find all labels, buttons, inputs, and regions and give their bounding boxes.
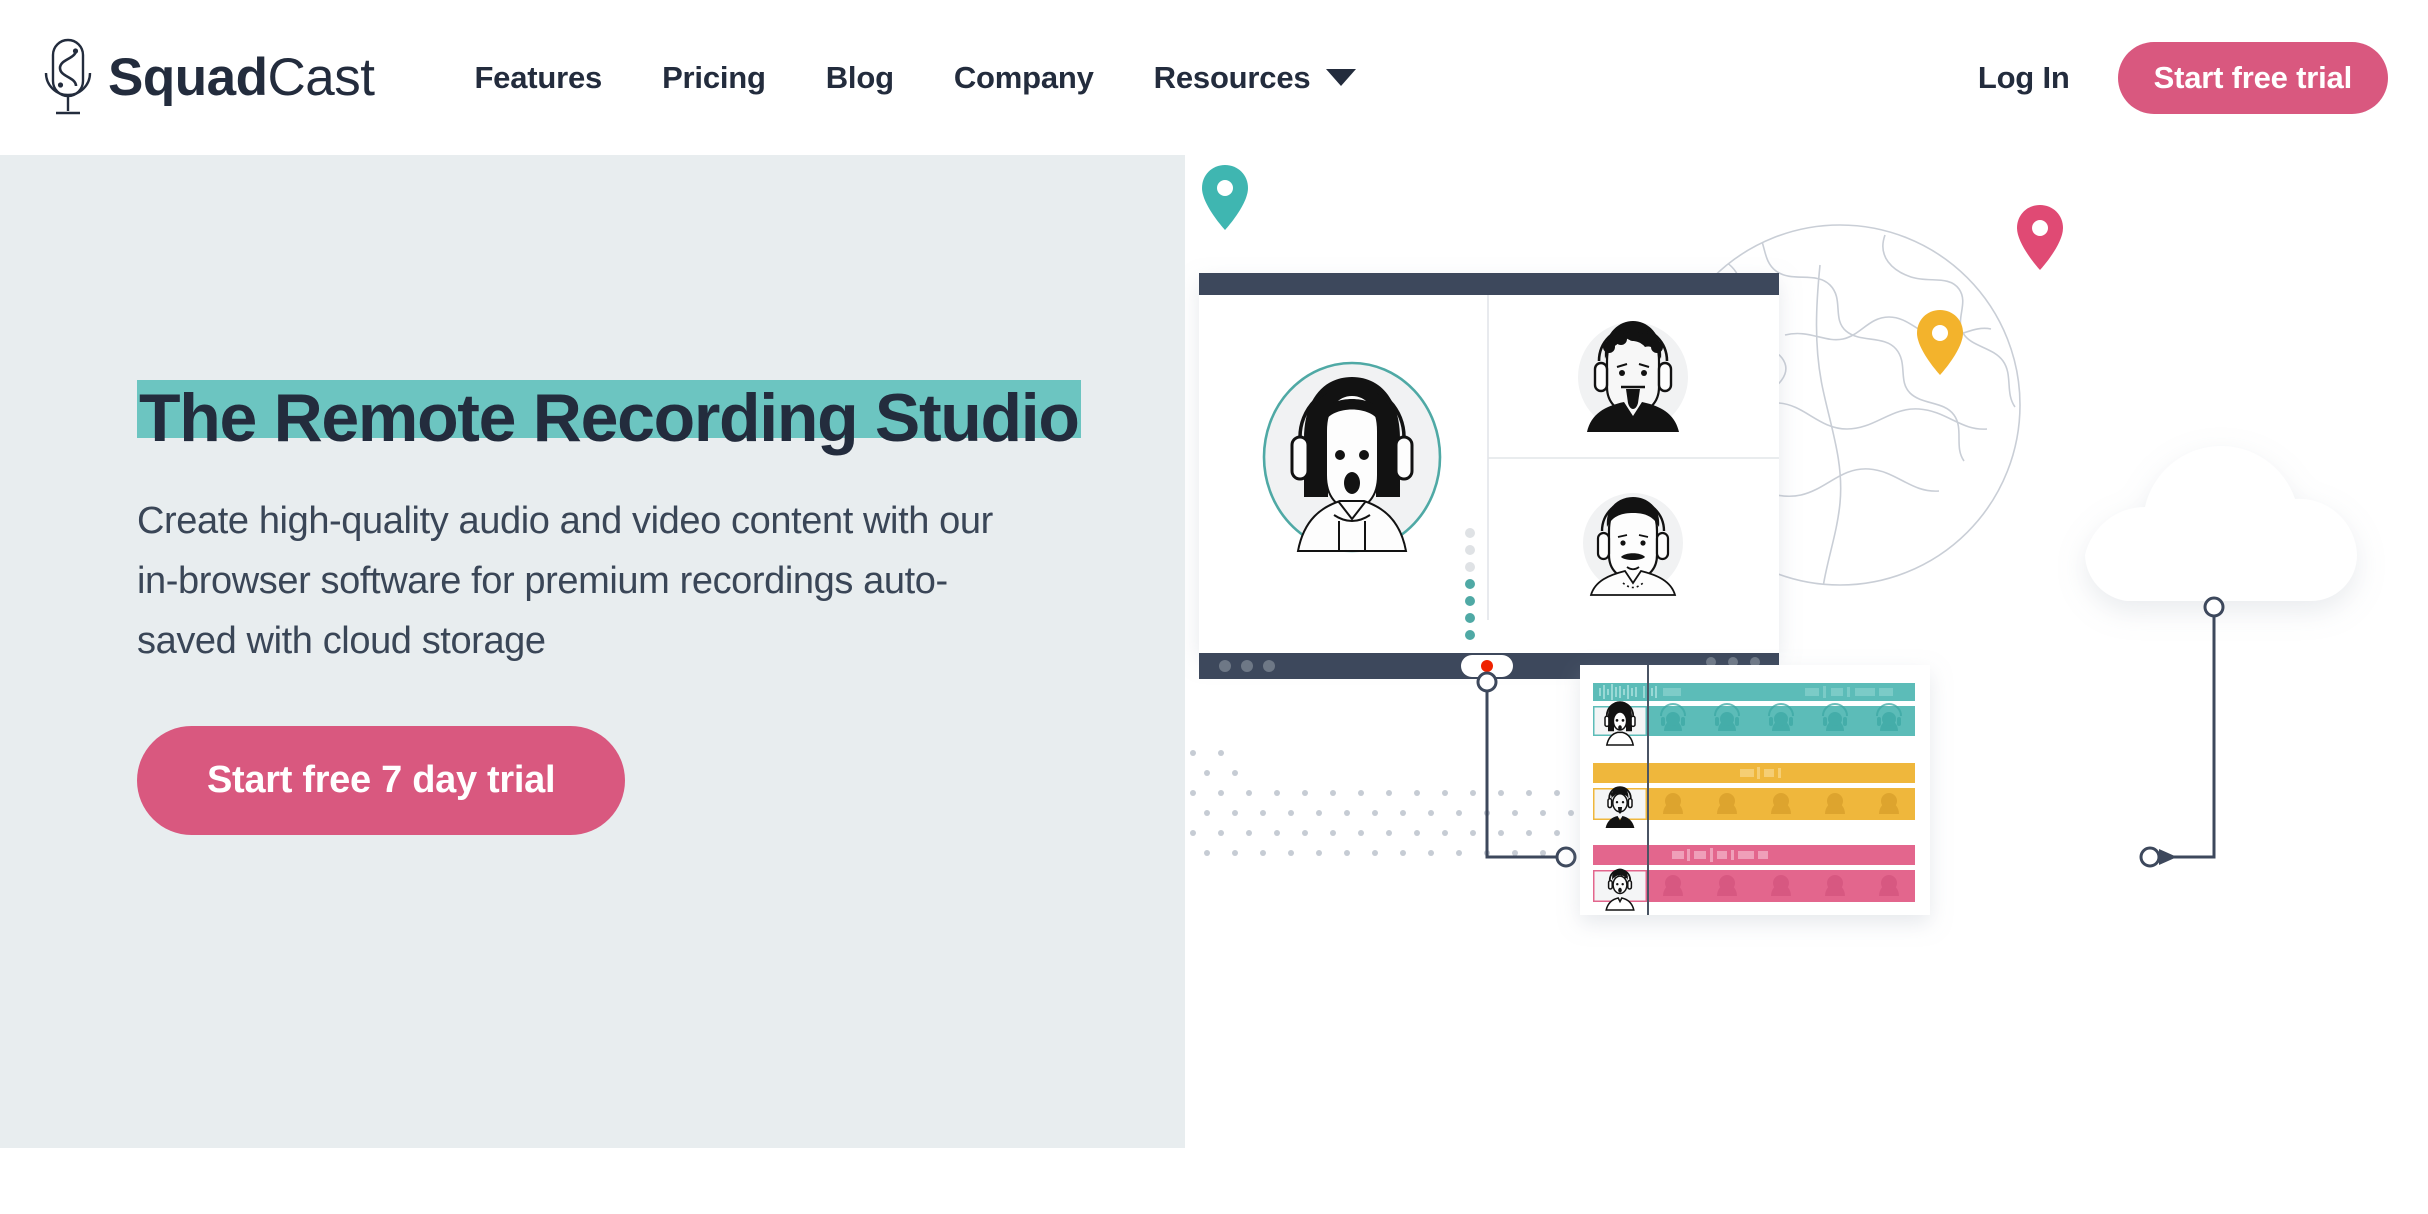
nav-label-blog: Blog [825,59,894,95]
toolbar-dot-1 [1219,660,1231,672]
connector-node-cloud [2203,596,2225,618]
nav-item-blog[interactable]: Blog [796,50,924,106]
decorative-dot-grid [1190,750,1574,856]
microphone-s-logo-icon [44,38,92,114]
nav-item-pricing[interactable]: Pricing [632,50,796,106]
pink-pin-icon [2017,205,2063,270]
nav-label-company: Company [953,59,1094,95]
connector-node-timeline-left [1555,846,1577,868]
track-amber[interactable] [1593,763,1915,828]
track-pink[interactable] [1593,845,1915,911]
hero-panel: The Remote Recording Studio Create high-… [0,155,1185,1148]
nav-item-resources[interactable]: Resources [1124,50,1387,106]
start-free-7-day-trial-button[interactable]: Start free 7 day trial [137,726,626,836]
hero-content: The Remote Recording Studio Create high-… [137,380,1081,836]
site-header: SquadCast Features Pricing Blog Company … [0,0,2428,155]
remote-recording-studio-illustration [1190,165,2357,915]
header-actions: Log In Start free trial [1960,41,2388,114]
start-free-trial-button[interactable]: Start free trial [2117,41,2388,114]
nav-label-features: Features [474,59,603,95]
nav-item-company[interactable]: Company [924,50,1124,106]
brand-logo-link[interactable]: SquadCast [40,35,375,121]
brand-name-light: Cast [267,48,375,107]
window-title-bar [1199,273,1779,295]
nav-label-pricing: Pricing [662,59,766,95]
nav-item-features[interactable]: Features [444,50,632,106]
video-call-window [1199,273,1779,679]
brand-wordmark: SquadCast [108,48,375,107]
connector-node-record [1476,671,1498,693]
hero-illustration [1185,155,2428,1214]
teal-pin-icon [1202,165,1248,230]
chevron-down-icon [1326,69,1357,86]
page-title: The Remote Recording Studio [137,380,1081,458]
multitrack-timeline-panel [1580,665,1930,915]
connector-arrow-icon [2159,849,2177,865]
connector-node-timeline-right [2139,846,2161,868]
login-link[interactable]: Log In [1960,50,2088,106]
cloud-to-timeline-connector [2160,607,2216,859]
track-teal[interactable] [1593,683,1915,746]
page-title-text: The Remote Recording Studio [139,380,1080,456]
hero-subtitle: Create high-quality audio and video cont… [137,500,993,663]
record-to-timeline-connector [1485,685,1557,859]
cloud-storage-shape [2085,446,2357,601]
participant-main-woman-headphones [1262,361,1442,553]
toolbar-dot-2 [1241,660,1253,672]
main-navigation: Features Pricing Blog Company Resources [444,50,1386,106]
toolbar-dot-3 [1263,660,1275,672]
brand-name-bold: Squad [108,48,268,107]
nav-label-resources: Resources [1153,59,1311,95]
